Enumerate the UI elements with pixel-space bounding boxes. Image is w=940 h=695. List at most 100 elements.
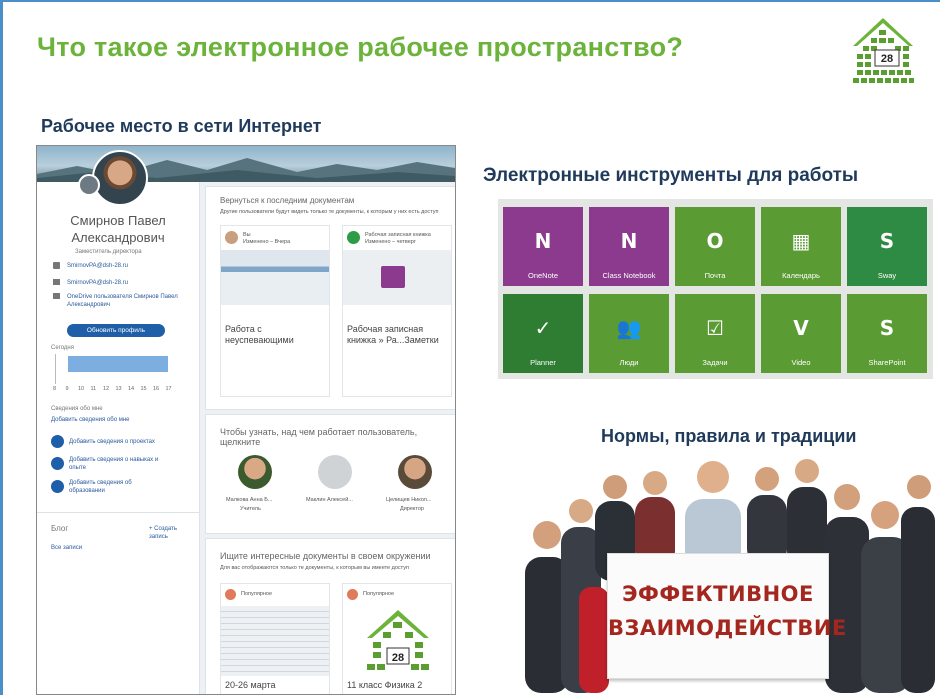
planner-icon: ✓ <box>534 316 552 340</box>
hour-tick-label: 10 <box>78 386 85 392</box>
doc-card[interactable]: Рабочая записная книжка Изменено – четве… <box>342 225 452 397</box>
popular-label: Популярное <box>363 591 395 597</box>
app-tile-label: Почта <box>704 271 726 280</box>
sign-line1: ЭФФЕКТИВНОЕ <box>622 582 814 606</box>
popular-label: Популярное <box>241 591 273 597</box>
about-link[interactable]: Добавить сведения обо мне <box>51 416 129 424</box>
recent-docs-title: Вернуться к последним документам <box>220 196 355 205</box>
sign-line2: ВЗАИМОДЕЙСТВИЕ <box>608 616 847 640</box>
calendar-busy-bar <box>68 356 168 372</box>
app-tile[interactable]: O Почта <box>675 207 755 286</box>
profile-sidebar: Смирнов Павел Александрович Заместитель … <box>37 150 200 694</box>
recent-docs-card: Вернуться к последним документам Другие … <box>205 186 455 410</box>
app-tile-label: Planner <box>530 358 556 367</box>
update-profile-button[interactable]: Обновить профиль <box>67 324 165 337</box>
email-link-2[interactable]: SmirnovPA@dsh-28.ru <box>67 279 128 287</box>
class-notebook-icon: N <box>620 229 638 253</box>
doc-modified: Изменено – Вчера <box>243 239 291 245</box>
effective-interaction-sign: ЭФФЕКТИВНОЕ ВЗАИМОДЕЙСТВИЕ <box>607 553 847 679</box>
phone-icon <box>53 262 60 269</box>
colleague-name[interactable]: Целищев Никол... <box>386 497 431 503</box>
app-tile[interactable]: N Class Notebook <box>589 207 669 286</box>
popular-icon <box>347 589 358 600</box>
onenote-badge-icon <box>347 231 360 244</box>
divider <box>37 512 199 513</box>
app-tile[interactable]: V Video <box>761 294 841 373</box>
doc-card[interactable]: Популярное 20-26 марта <box>220 583 330 694</box>
app-tile[interactable]: ✓ Planner <box>503 294 583 373</box>
all-posts-link[interactable]: Все записи <box>51 544 82 552</box>
app-tile[interactable]: S Sway <box>847 207 927 286</box>
doc-caption: 20-26 марта <box>225 680 276 690</box>
colleague-photo[interactable] <box>398 455 432 489</box>
onenote-icon: N <box>534 229 552 253</box>
doc-caption: Рабочая записная книжка » Ра...Заметки <box>347 324 439 345</box>
colleague-photo[interactable] <box>238 455 272 489</box>
doc-caption: Работа с неуспевающими <box>225 324 294 345</box>
onedrive-icon <box>53 293 60 299</box>
thumbnail-logo-number: 28 <box>392 652 404 664</box>
app-tile[interactable]: 👥 Люди <box>589 294 669 373</box>
doc-thumbnail <box>343 250 451 305</box>
video-icon: V <box>793 316 809 340</box>
create-post-link[interactable]: + Создать запись <box>149 525 189 541</box>
app-tile[interactable]: ▦ Календарь <box>761 207 841 286</box>
popular-icon <box>225 589 236 600</box>
app-tile[interactable]: ☑ Задачи <box>675 294 755 373</box>
hour-tick-label: 12 <box>103 386 110 392</box>
hour-tick-label: 8 <box>53 386 57 392</box>
mail-icon: O <box>706 229 724 253</box>
colleague-name[interactable]: Маклин Алексей... <box>306 497 353 503</box>
app-tile[interactable]: S SharePoint <box>847 294 927 373</box>
app-tile[interactable]: N OneNote <box>503 207 583 286</box>
app-tile-label: Календарь <box>782 271 820 280</box>
business-team-image: ЭФФЕКТИВНОЕ ВЗАИМОДЕЙСТВИЕ <box>525 457 935 693</box>
doc-owner: Рабочая записная книжка <box>365 232 431 238</box>
hour-tick-label: 11 <box>90 386 97 392</box>
slide-title: Что такое электронное рабочее пространст… <box>37 32 684 62</box>
slide: Что такое электронное рабочее пространст… <box>0 0 940 695</box>
doc-card[interactable]: Вы Изменено – Вчера Работа с неуспевающи… <box>220 225 330 397</box>
profile-name-line2: Александрович <box>71 230 165 245</box>
sharepoint-icon: S <box>879 316 895 340</box>
add-education-link[interactable]: Добавить сведения об образовании <box>69 479 159 495</box>
discover-title: Ищите интересные документы в своем окруж… <box>220 551 431 561</box>
hour-tick-label: 13 <box>115 386 122 392</box>
person-placeholder-icon[interactable] <box>318 455 352 489</box>
colleague-name[interactable]: Малкова Анна Б... <box>226 497 272 503</box>
onenote-icon <box>381 266 405 288</box>
app-tile-label: SharePoint <box>868 358 906 367</box>
camera-icon[interactable] <box>78 174 100 196</box>
office-apps-grid: N OneNote N Class Notebook O Почта ▦ Календарь S… <box>498 199 933 379</box>
hour-tick-label: 15 <box>140 386 147 392</box>
about-label: Сведения обо мне <box>51 406 103 412</box>
sway-icon: S <box>879 229 895 253</box>
app-tile-label: Люди <box>619 358 639 367</box>
email-link-1[interactable]: SmirnovPA@dsh-28.ru <box>67 262 128 270</box>
app-tile-label: Задачи <box>702 358 728 367</box>
recent-docs-subtitle: Другие пользователи будут видеть только … <box>220 209 439 215</box>
app-tile-label: Class Notebook <box>602 271 656 280</box>
school-logo: 28 <box>853 18 914 83</box>
avatar[interactable] <box>92 150 148 206</box>
add-skills-link[interactable]: Добавить сведения о навыках и опыте <box>69 456 169 472</box>
colleagues-title: Чтобы узнать, над чем работает пользоват… <box>220 427 418 447</box>
colleague-role: Директор <box>400 506 424 512</box>
doc-modified: Изменено – четверг <box>365 239 416 245</box>
discover-docs-card: Ищите интересные документы в своем окруж… <box>205 538 455 694</box>
app-tile-label: Sway <box>877 271 897 280</box>
calendar-chart <box>55 354 182 384</box>
add-projects-link[interactable]: Добавить сведения о проектах <box>69 438 155 446</box>
school-logo-thumbnail: 28 <box>367 610 429 670</box>
tasks-icon: ☑ <box>706 316 724 340</box>
doc-owner: Вы <box>243 232 251 238</box>
colleague-role: Учитель <box>240 506 261 512</box>
people-icon: 👥 <box>616 316 642 340</box>
onedrive-link[interactable]: OneDrive пользователя Смирнов Павел Алек… <box>67 293 187 309</box>
hour-tick-label: 17 <box>165 386 172 392</box>
profile-screenshot: Смирнов Павел Александрович Заместитель … <box>36 145 456 695</box>
education-icon <box>51 480 64 493</box>
doc-card[interactable]: Популярное 28 11 класс Физика 2 <box>342 583 452 694</box>
today-label: Сегодня <box>51 345 74 351</box>
owner-avatar-icon <box>225 231 238 244</box>
